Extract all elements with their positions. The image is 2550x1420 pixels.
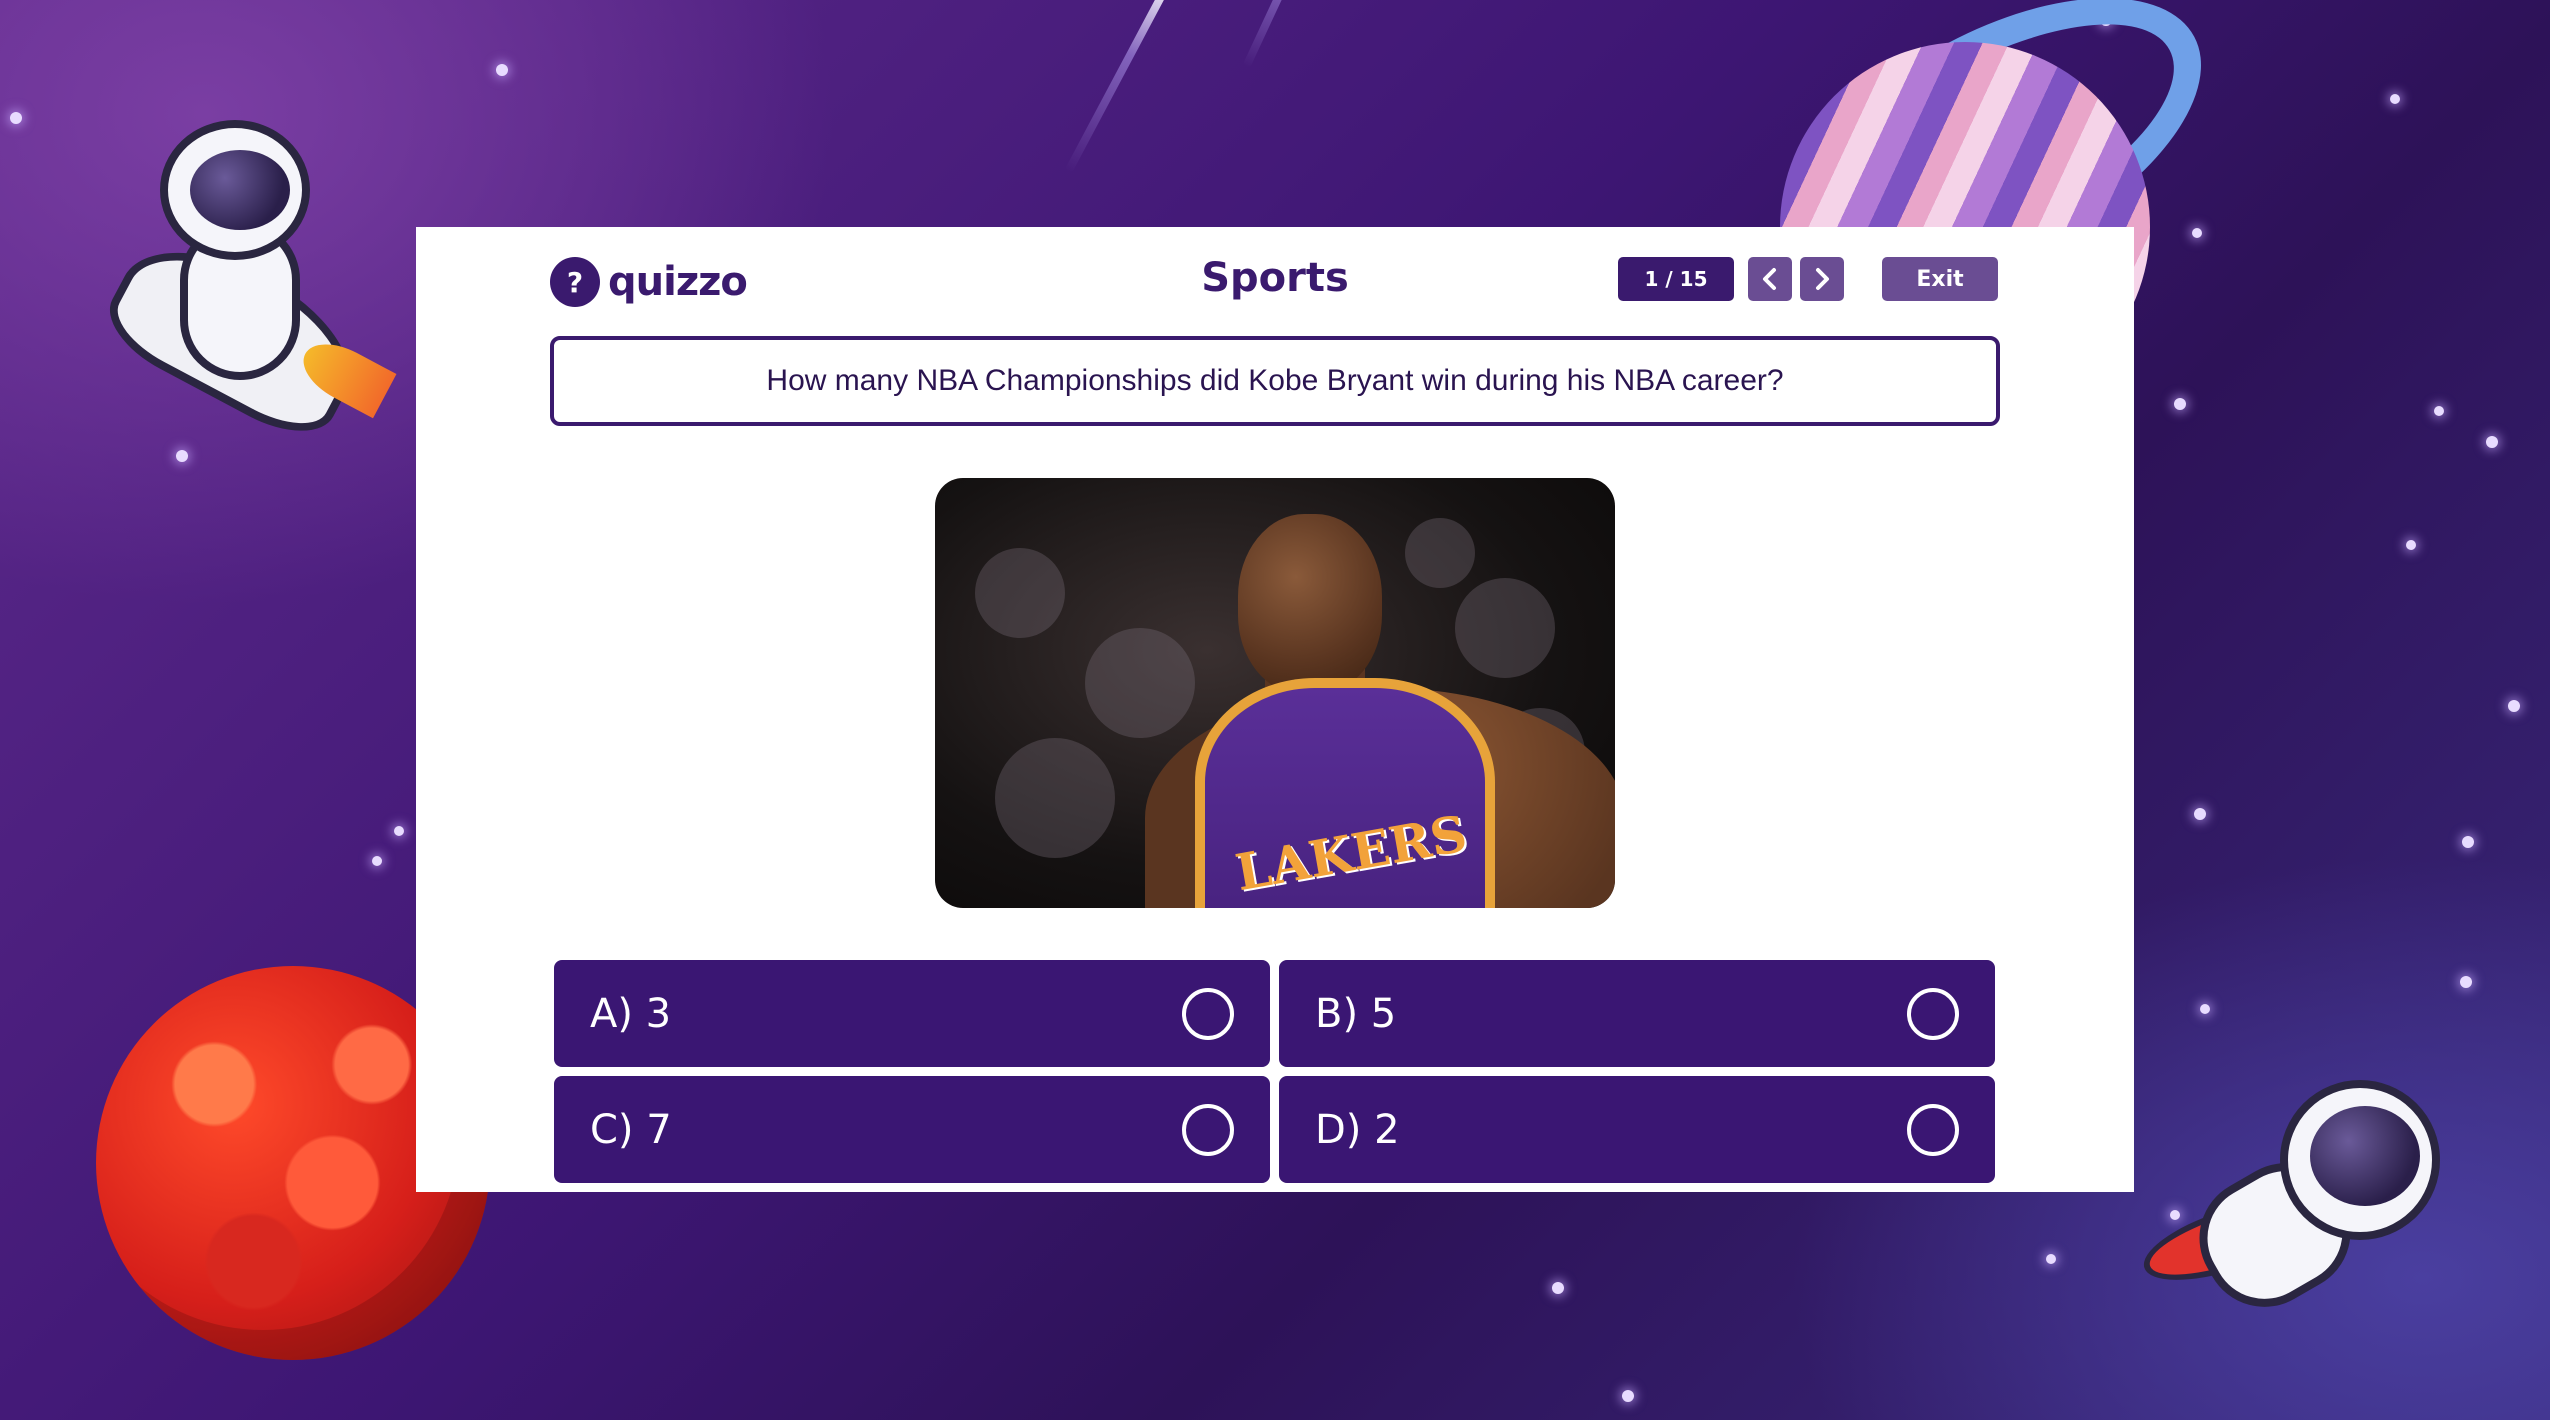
star bbox=[10, 112, 22, 124]
question-counter: 1 / 15 bbox=[1618, 257, 1734, 301]
star bbox=[1552, 1282, 1564, 1294]
exit-button[interactable]: Exit bbox=[1882, 257, 1998, 301]
astronaut-cape-icon bbox=[2135, 1070, 2460, 1370]
chevron-left-icon bbox=[1763, 268, 1776, 290]
answer-label: C) 7 bbox=[590, 1106, 672, 1153]
star bbox=[394, 826, 404, 836]
radio-button-icon[interactable] bbox=[1182, 1103, 1234, 1156]
quiz-header: ? quizzo Sports 1 / 15 Exit bbox=[416, 227, 2134, 337]
star bbox=[2486, 436, 2498, 448]
answer-option-a[interactable]: A) 3 bbox=[554, 960, 1270, 1067]
star bbox=[1622, 1390, 1634, 1402]
astronaut-rocket-icon bbox=[90, 110, 410, 470]
star bbox=[2200, 1004, 2210, 1014]
previous-question-button[interactable] bbox=[1748, 257, 1792, 301]
star bbox=[2046, 1254, 2056, 1264]
question-image: LAKERS bbox=[935, 478, 1615, 908]
question-text: How many NBA Championships did Kobe Brya… bbox=[550, 336, 2000, 426]
comet bbox=[1064, 0, 1176, 174]
next-question-button[interactable] bbox=[1800, 257, 1844, 301]
radio-button-icon[interactable] bbox=[1182, 987, 1234, 1040]
star bbox=[2434, 406, 2444, 416]
star bbox=[2174, 398, 2186, 410]
star bbox=[2192, 228, 2202, 238]
star bbox=[2462, 836, 2474, 848]
star bbox=[2508, 700, 2520, 712]
star bbox=[2390, 94, 2400, 104]
comet bbox=[1242, 0, 1318, 69]
answer-option-d[interactable]: D) 2 bbox=[1279, 1076, 1995, 1183]
answer-label: A) 3 bbox=[590, 990, 672, 1037]
answer-option-c[interactable]: C) 7 bbox=[554, 1076, 1270, 1183]
category-title: Sports bbox=[1201, 255, 1349, 301]
radio-button-icon[interactable] bbox=[1907, 987, 1959, 1040]
star bbox=[2194, 808, 2206, 820]
radio-button-icon[interactable] bbox=[1907, 1103, 1959, 1156]
quiz-card: ? quizzo Sports 1 / 15 Exit How many NBA… bbox=[416, 227, 2134, 1192]
star bbox=[2406, 540, 2416, 550]
chevron-right-icon bbox=[1816, 268, 1829, 290]
star bbox=[372, 856, 382, 866]
star bbox=[2460, 976, 2472, 988]
answer-label: D) 2 bbox=[1315, 1106, 1400, 1153]
star bbox=[496, 64, 508, 76]
answer-label: B) 5 bbox=[1315, 990, 1397, 1037]
answer-option-b[interactable]: B) 5 bbox=[1279, 960, 1995, 1067]
